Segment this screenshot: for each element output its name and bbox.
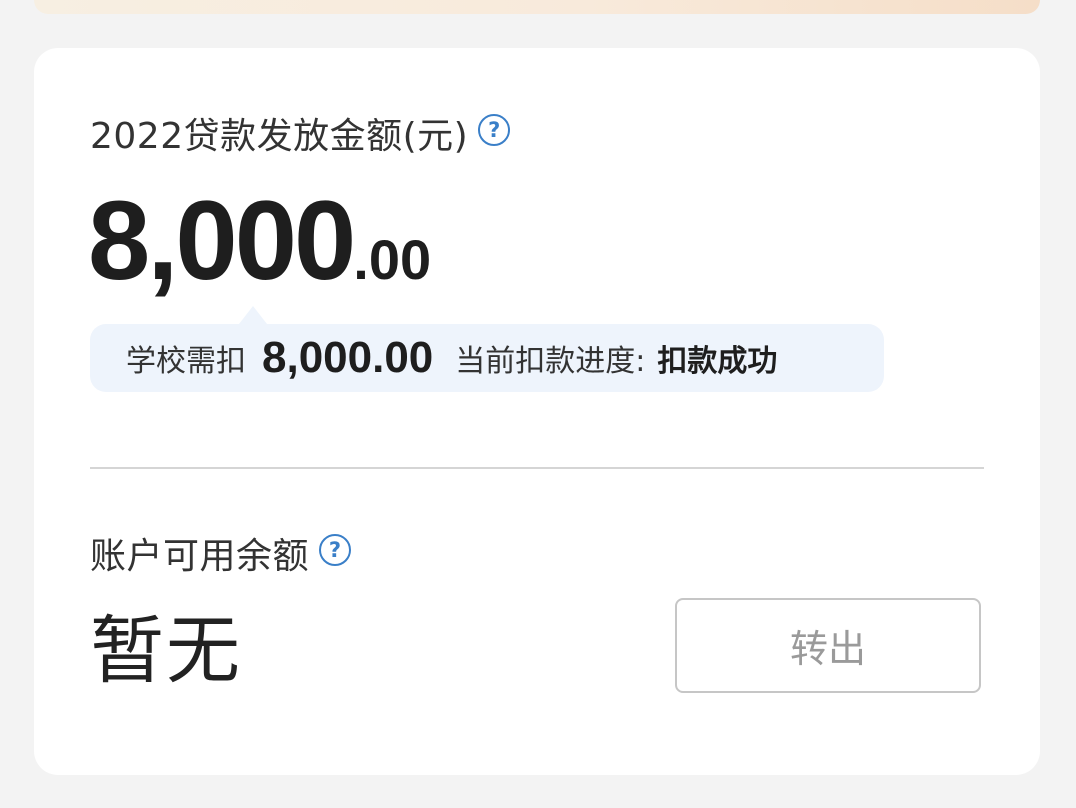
- top-banner: [34, 0, 1040, 14]
- balance-value: 暂无: [90, 608, 242, 694]
- loan-amount-label: 2022贷款发放金额(元): [90, 116, 469, 157]
- loan-amount-decimal: .00: [353, 228, 432, 291]
- loan-summary-card: 2022贷款发放金额(元) ? 8,000 .00 学校需扣 8,000.00 …: [34, 48, 1040, 775]
- deduction-label: 学校需扣: [126, 344, 246, 379]
- balance-label-row: 账户可用余额 ?: [90, 530, 352, 577]
- deduction-amount: 8,000.00: [262, 333, 434, 382]
- loan-label-row: 2022贷款发放金额(元) ?: [90, 110, 511, 157]
- loan-help-icon[interactable]: ?: [478, 114, 511, 146]
- transfer-out-button[interactable]: 转出: [675, 598, 981, 693]
- deduction-info-bubble: 学校需扣 8,000.00 当前扣款进度: 扣款成功: [90, 324, 884, 392]
- bubble-pointer: [239, 306, 267, 324]
- loan-amount: 8,000 .00: [88, 176, 431, 303]
- balance-label: 账户可用余额: [90, 536, 310, 577]
- deduction-progress-status: 扣款成功: [657, 344, 778, 379]
- balance-help-icon[interactable]: ?: [319, 534, 352, 566]
- deduction-progress-label: 当前扣款进度:: [455, 344, 646, 379]
- section-divider: [90, 467, 984, 469]
- loan-amount-integer: 8,000: [88, 178, 356, 303]
